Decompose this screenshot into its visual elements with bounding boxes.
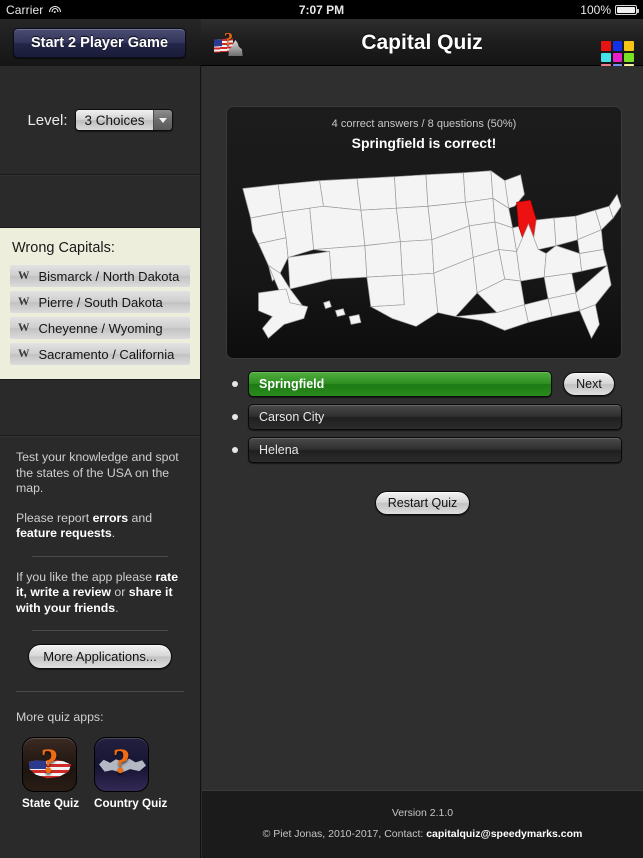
answer-row: Springfield Next [226, 371, 622, 397]
contact-email-link[interactable]: capitalquiz@speedymarks.com [426, 828, 582, 840]
level-label: Level: [27, 111, 68, 129]
wrong-capital-label: Sacramento / California [38, 346, 175, 362]
wrong-capital-label: Pierre / South Dakota [38, 294, 163, 310]
quiz-apps-list: ? State Quiz? Country Quiz [0, 737, 200, 810]
state-quiz-icon: ? [22, 737, 77, 792]
wifi-icon [48, 5, 61, 15]
result-line: Springfield is correct! [351, 135, 497, 151]
feature-requests-link[interactable]: feature requests [16, 526, 112, 540]
usa-map[interactable] [227, 155, 621, 352]
quiz-app-label: State Quiz [22, 797, 80, 810]
level-select[interactable]: 3 Choices [75, 109, 173, 131]
page-title: Capital Quiz [361, 30, 483, 54]
divider-2 [32, 630, 168, 631]
battery-icon [615, 4, 639, 15]
answer-bullet-icon [232, 447, 238, 453]
copyright-label: © Piet Jonas, 2010-2017, Contact: capita… [202, 828, 643, 840]
divider-3 [16, 691, 184, 692]
info-block: Test your knowledge and spot the states … [0, 436, 200, 669]
sidebar-spacer-2 [0, 380, 200, 436]
errors-link[interactable]: errors [93, 511, 129, 525]
wrong-badge-icon: W [18, 322, 30, 334]
battery-percent-label: 100% [580, 2, 611, 17]
wrong-badge-icon: W [18, 348, 30, 360]
grid-cell-2 [612, 41, 623, 51]
info-paragraph-report: Please report errors and feature request… [16, 511, 184, 542]
usa-map-svg [242, 170, 621, 339]
restart-quiz-button[interactable]: Restart Quiz [375, 491, 470, 515]
answer-option-button[interactable]: Springfield [248, 371, 552, 397]
sidebar-spacer-1 [0, 175, 200, 228]
main-content: 4 correct answers / 8 questions (50%) Sp… [202, 66, 643, 858]
score-line: 4 correct answers / 8 questions (50%) [331, 118, 517, 130]
grid-cell-1 [601, 41, 611, 51]
start-2-player-game-button[interactable]: Start 2 Player Game [13, 28, 186, 58]
navigation-bar: Start 2 Player Game ? Capital Quiz [0, 19, 643, 74]
wrong-capital-label: Cheyenne / Wyoming [38, 320, 163, 336]
answer-bullet-icon [232, 414, 238, 420]
more-quiz-apps-label: More quiz apps: [16, 710, 104, 724]
rate-text-prefix: If you like the app please [16, 569, 156, 584]
level-row: Level: 3 Choices [0, 66, 200, 174]
quiz-app-item[interactable]: ? Country Quiz [94, 737, 168, 810]
answer-row: Helena [226, 437, 622, 463]
wrong-capital-item[interactable]: W Cheyenne / Wyoming [10, 317, 190, 339]
report-text-prefix: Please report [16, 510, 93, 525]
wrong-capital-label: Bismarck / North Dakota [38, 268, 180, 284]
info-paragraph-description: Test your knowledge and spot the states … [16, 450, 179, 495]
divider-1 [32, 555, 168, 557]
wrong-capitals-title: Wrong Capitals: [12, 240, 115, 256]
grid-cell-5 [612, 52, 623, 63]
quiz-app-label: Country Quiz [94, 797, 168, 810]
wrong-capital-item[interactable]: W Bismarck / North Dakota [10, 265, 190, 287]
wrong-badge-icon: W [18, 296, 30, 308]
status-bar-time: 7:07 PM [298, 2, 345, 17]
answer-row: Carson City [226, 404, 622, 430]
answer-bullet-icon [232, 381, 238, 387]
footer: Version 2.1.0 © Piet Jonas, 2010-2017, C… [202, 790, 643, 858]
wrong-capitals-panel: Wrong Capitals: W Bismarck / North Dakota… [0, 228, 200, 380]
country-quiz-icon: ? [94, 737, 149, 792]
answer-option-button[interactable]: Carson City [248, 404, 622, 430]
status-bar-right: 100% [580, 2, 639, 17]
question-mark-icon: ? [112, 741, 131, 781]
answers-list: Springfield Next Carson City Helena [226, 371, 622, 470]
more-applications-button[interactable]: More Applications... [28, 644, 172, 669]
info-paragraph-rate: If you like the app please rate it, writ… [16, 570, 184, 617]
app-root: Carrier 7:07 PM 100% Start 2 Player Game… [0, 0, 643, 858]
sidebar: Level: 3 Choices Wrong Capitals: W Bismar… [0, 66, 201, 858]
version-label: Version 2.1.0 [391, 807, 454, 819]
grid-cell-4 [601, 52, 611, 63]
report-text-mid: and [128, 510, 153, 525]
question-mark-icon: ? [40, 741, 59, 781]
quiz-card: 4 correct answers / 8 questions (50%) Sp… [226, 106, 622, 359]
grid-cell-3 [624, 41, 634, 51]
carrier-label: Carrier [6, 2, 44, 17]
wrong-capital-item[interactable]: W Pierre / South Dakota [10, 291, 190, 313]
grid-cell-6 [624, 52, 634, 63]
next-button[interactable]: Next [563, 372, 615, 396]
restart-row: Restart Quiz [202, 491, 643, 515]
wrong-capitals-list: W Bismarck / North Dakota W Pierre / South … [10, 265, 190, 365]
status-bar-left: Carrier [6, 3, 61, 17]
chevron-down-icon [152, 110, 172, 130]
level-select-value: 3 Choices [76, 110, 153, 130]
wrong-capital-item[interactable]: W Sacramento / California [10, 343, 190, 365]
wrong-badge-icon: W [18, 270, 30, 282]
rate-text-suffix: . [115, 600, 119, 615]
answer-option-button[interactable]: Helena [248, 437, 622, 463]
copyright-prefix: © Piet Jonas, 2010-2017, Contact: [262, 828, 427, 840]
report-text-suffix: . [111, 526, 116, 540]
status-bar: Carrier 7:07 PM 100% [0, 0, 643, 19]
level-section: Level: 3 Choices [0, 66, 200, 175]
quiz-app-item[interactable]: ? State Quiz [22, 737, 80, 810]
rate-text-mid: or [111, 585, 129, 599]
